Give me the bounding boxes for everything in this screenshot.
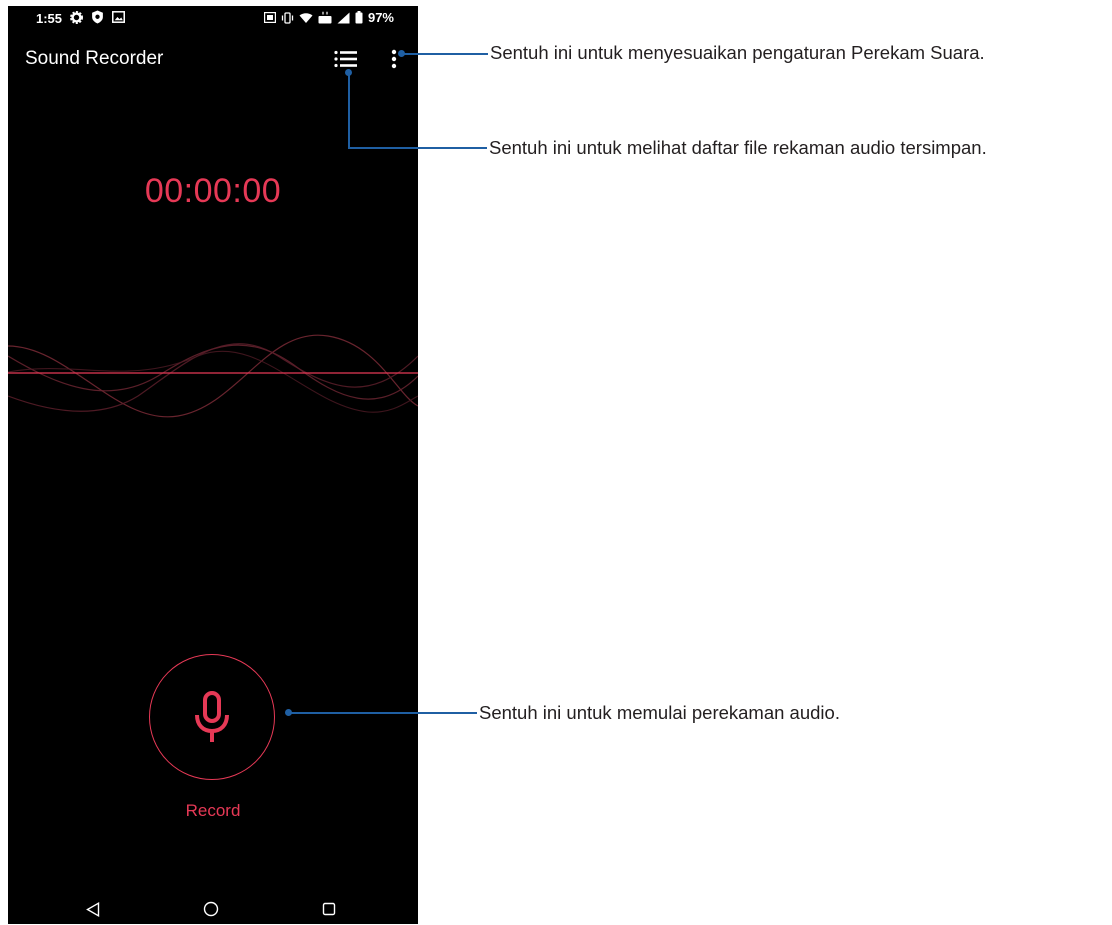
app-title: Sound Recorder [25,48,164,69]
home-button[interactable] [199,898,223,920]
back-button[interactable] [81,898,105,920]
record-callout-text: Sentuh ini untuk memulai perekaman audio… [479,702,840,723]
microphone-icon [195,691,229,742]
gallery-icon [112,11,125,23]
phone-screen: 1:55 97% Sound Recorder 00:00:00 Record [8,6,418,924]
list-icon [334,50,357,68]
list-callout-text: Sentuh ini untuk melihat daftar file rek… [489,137,987,158]
navigation-bar [8,894,418,924]
settings-callout-text: Sentuh ini untuk menyesuaikan pengaturan… [490,42,985,63]
list-callout-line-vertical [348,73,350,148]
home-circle-icon [203,901,219,917]
status-bar: 1:55 97% [8,6,418,32]
status-time: 1:55 [36,11,63,26]
nfc-icon [263,12,276,23]
vibrate-icon [281,11,294,24]
back-triangle-icon [86,901,100,917]
gear-icon [70,10,83,24]
signal-icon [337,12,350,23]
settings-callout-line [402,53,488,55]
shield-icon [92,10,103,24]
record-button[interactable] [149,654,275,780]
wifi-icon [299,12,313,23]
lte-icon [318,11,332,24]
waveform-visualizer [8,334,418,418]
record-label: Record [185,801,241,820]
status-right-icons: 97% [263,10,394,25]
more-options-button[interactable] [382,44,406,74]
recents-square-icon [322,902,336,916]
list-callout-line-horizontal [348,147,487,149]
recents-button[interactable] [317,898,341,920]
more-vert-icon [391,49,397,69]
battery-icon [355,11,363,24]
record-callout-line [288,712,477,714]
battery-percent: 97% [367,10,394,25]
recording-timer: 00:00:00 [144,172,282,210]
status-left-icons [70,10,125,24]
